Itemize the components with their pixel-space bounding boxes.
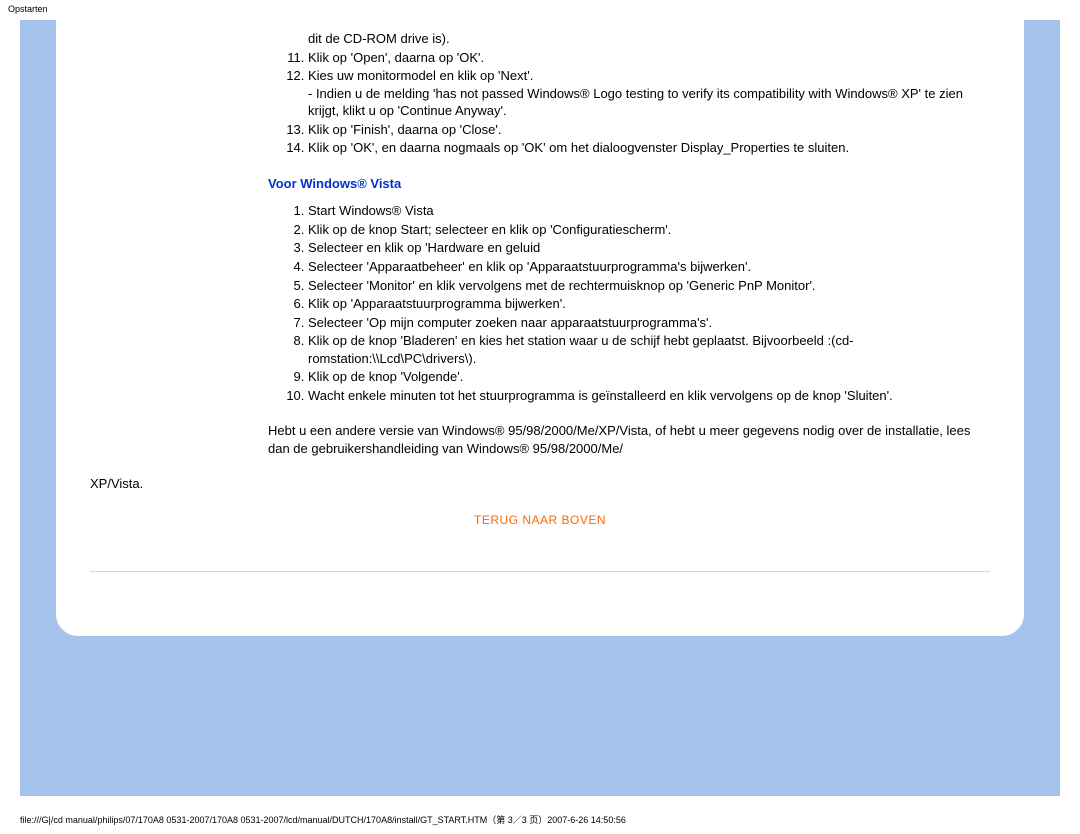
content-panel: dit de CD-ROM drive is). Klik op 'Open',… bbox=[56, 20, 1024, 636]
list-item: Start Windows® Vista bbox=[308, 202, 990, 220]
back-to-top-wrap: TERUG NAAR BOVEN bbox=[90, 511, 990, 529]
outer-background: dit de CD-ROM drive is). Klik op 'Open',… bbox=[20, 20, 1060, 796]
list-item: Klik op 'Open', daarna op 'OK'. bbox=[308, 49, 990, 67]
list-item: Kies uw monitormodel en klik op 'Next'. … bbox=[308, 67, 990, 120]
list-item: Klik op de knop 'Bladeren' en kies het s… bbox=[308, 332, 990, 367]
xp-vista-tail: XP/Vista. bbox=[90, 475, 990, 493]
list-item: Klik op 'OK', en daarna nogmaals op 'OK'… bbox=[308, 139, 990, 157]
back-to-top-link[interactable]: TERUG NAAR BOVEN bbox=[474, 513, 606, 527]
divider bbox=[90, 571, 990, 572]
list-item: Klik op de knop 'Volgende'. bbox=[308, 368, 990, 386]
list-item: Klik op de knop Start; selecteer en klik… bbox=[308, 221, 990, 239]
page-title-small: Opstarten bbox=[0, 0, 1080, 14]
vista-heading: Voor Windows® Vista bbox=[268, 175, 990, 193]
closing-paragraph: Hebt u een andere versie van Windows® 95… bbox=[268, 422, 990, 457]
vista-list: Start Windows® Vista Klik op de knop Sta… bbox=[298, 202, 990, 404]
list-item: Selecteer 'Op mijn computer zoeken naar … bbox=[308, 314, 990, 332]
list-item-text: Kies uw monitormodel en klik op 'Next'. bbox=[308, 68, 533, 83]
xp-continued-list: dit de CD-ROM drive is). Klik op 'Open',… bbox=[298, 30, 990, 157]
list-sub-note: - Indien u de melding 'has not passed Wi… bbox=[308, 85, 990, 120]
list-item: Klik op 'Apparaatstuurprogramma bijwerke… bbox=[308, 295, 990, 313]
list-item: dit de CD-ROM drive is). bbox=[308, 30, 990, 48]
list-item: Selecteer 'Apparaatbeheer' en klik op 'A… bbox=[308, 258, 990, 276]
list-item: Wacht enkele minuten tot het stuurprogra… bbox=[308, 387, 990, 405]
list-item: Klik op 'Finish', daarna op 'Close'. bbox=[308, 121, 990, 139]
content-area: dit de CD-ROM drive is). Klik op 'Open',… bbox=[268, 30, 990, 572]
list-item: Selecteer en klik op 'Hardware en geluid bbox=[308, 239, 990, 257]
list-item: Selecteer 'Monitor' en klik vervolgens m… bbox=[308, 277, 990, 295]
footer-file-path: file:///G|/cd manual/philips/07/170A8 05… bbox=[20, 813, 626, 826]
